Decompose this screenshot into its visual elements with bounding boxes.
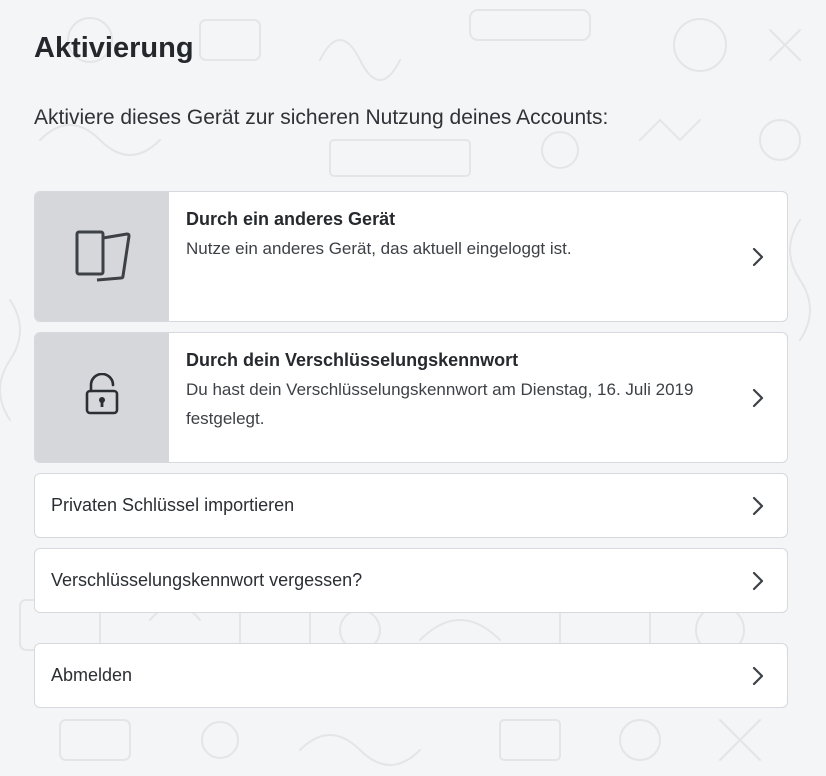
import-private-key-label: Privaten Schlüssel importieren (51, 495, 295, 515)
option-description: Du hast dein Verschlüsselungskennwort am… (186, 380, 694, 428)
import-private-key-link[interactable]: Privaten Schlüssel importieren (34, 473, 788, 538)
page-title: Aktivierung (34, 32, 194, 64)
chevron-right-icon (729, 495, 787, 517)
chevron-right-icon (729, 665, 787, 687)
option-icon-panel (35, 333, 169, 462)
option-title: Durch dein Verschlüsselungskennwort (186, 350, 519, 370)
option-text: Durch ein anderes Gerät Nutze ein andere… (169, 192, 729, 321)
logout-label: Abmelden (51, 665, 133, 685)
forgot-password-link[interactable]: Verschlüsselungskennwort vergessen? (34, 548, 788, 613)
forgot-password-label: Verschlüsselungskennwort vergessen? (51, 570, 363, 590)
option-text: Durch dein Verschlüsselungskennwort Du h… (169, 333, 729, 462)
chevron-right-icon (729, 333, 787, 462)
chevron-right-icon (729, 570, 787, 592)
activation-panel: Aktivierung Aktiviere dieses Gerät zur s… (0, 0, 794, 708)
activation-options: Durch ein anderes Gerät Nutze ein andere… (34, 191, 788, 708)
option-icon-panel (35, 192, 169, 321)
chevron-right-icon (729, 192, 787, 321)
intro-text: Aktiviere dieses Gerät zur sicheren Nutz… (34, 106, 609, 129)
option-description: Nutze ein anderes Gerät, das aktuell ein… (186, 239, 572, 258)
unlock-icon (82, 372, 122, 422)
devices-icon (67, 226, 137, 287)
option-other-device[interactable]: Durch ein anderes Gerät Nutze ein andere… (34, 191, 788, 322)
option-title: Durch ein anderes Gerät (186, 209, 396, 229)
logout-link[interactable]: Abmelden (34, 643, 788, 708)
option-encryption-password[interactable]: Durch dein Verschlüsselungskennwort Du h… (34, 332, 788, 463)
